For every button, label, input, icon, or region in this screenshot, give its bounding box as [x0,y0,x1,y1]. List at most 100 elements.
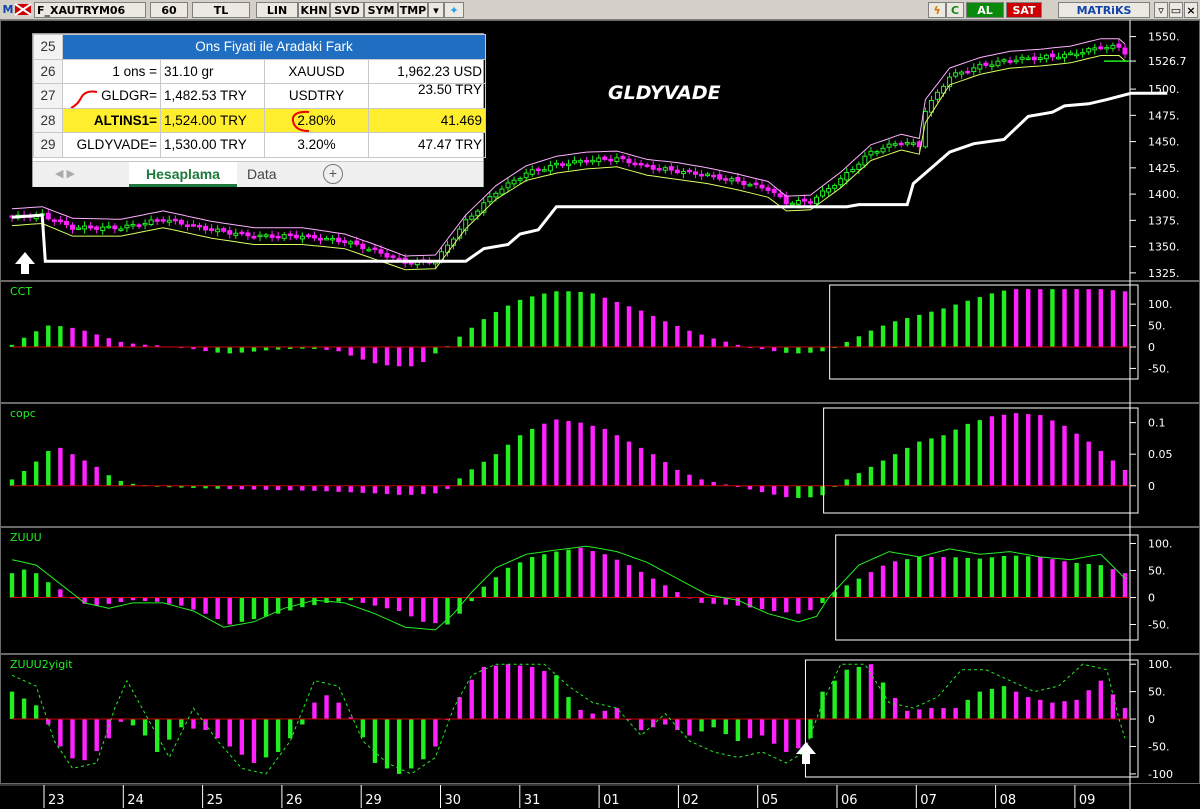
candle-body [747,183,753,187]
cct-chart: CCT 100. 50. 0 -50. [0,281,1200,403]
sheet-nav-arrows[interactable]: ◀ ▶ [55,162,75,187]
y-tick-label: 100. [1148,658,1173,671]
candle-body [100,226,106,232]
histogram-bar [905,559,910,598]
histogram-bar [1062,289,1067,347]
candle-body [814,196,820,205]
histogram-bar [663,321,668,347]
svd-button[interactable]: SVD [330,2,364,18]
cell: 47.47 TRY [368,132,486,158]
candle-body [699,173,705,177]
histogram-bar [892,698,898,720]
histogram-bar [203,347,208,352]
histogram-bar [179,597,184,606]
symbol-field[interactable]: F_XAUTRYM06 [34,2,146,18]
lightning-icon[interactable]: ϟ [928,2,946,18]
dropdown-icon[interactable]: ▿ [1154,2,1168,18]
candle-body [166,219,172,223]
candle-body [1049,53,1055,58]
cell: GLDYVADE= [62,132,161,158]
close-icon[interactable]: × [1184,2,1198,18]
histogram-bar [796,597,801,614]
candle-body [215,228,221,233]
histogram-bar [614,559,620,598]
currency-field[interactable]: TL [192,2,250,18]
histogram-bar [784,347,789,353]
y-tick-label: 1350. [1148,241,1180,254]
histogram-bar [675,469,680,486]
candle-body [106,225,112,229]
histogram-bar [566,549,571,598]
histogram-bar [905,710,910,720]
candle-body [203,225,209,231]
y-tick-label: -50. [1148,362,1169,375]
histogram-bar [796,347,801,354]
histogram-bar [481,586,487,598]
histogram-bar [457,478,462,486]
zuuu2yigit-panel[interactable]: ZUUU2yigit 100. 50. 0 -50. -100 [0,654,1200,784]
histogram-bar [614,708,620,720]
candle-body [1086,48,1092,53]
add-sheet-button[interactable]: + [323,164,343,184]
histogram-bar [360,719,366,738]
histogram-bar [868,664,874,720]
histogram-bar [517,299,523,347]
zuuu-panel[interactable]: ZUUU 100. 50. 0 -50. [0,527,1200,654]
twitter-icon[interactable]: ✦ [444,2,464,18]
dropdown-arrow-icon[interactable]: ▾ [428,2,444,18]
period-field[interactable]: 60 [150,2,188,18]
histogram-bar [396,485,402,495]
candle-body [511,179,517,185]
candle-body [898,142,904,146]
histogram-bar [469,469,474,486]
histogram-bar [348,347,353,356]
refresh-icon[interactable]: C [946,2,964,18]
tab-data[interactable]: Data [247,162,277,187]
histogram-bar [530,666,535,720]
histogram-bar [142,597,148,602]
histogram-bar [832,680,837,720]
row-number: 27 [33,83,63,109]
histogram-bar [542,671,547,720]
histogram-bar [360,597,366,603]
histogram-bar [481,461,487,486]
candle-body [184,224,190,227]
candle-body [959,71,965,75]
histogram-bar [638,571,644,598]
histogram-bar [1074,433,1079,486]
minimize-icon[interactable]: ▭ [1169,2,1183,18]
histogram-bar [1001,290,1007,347]
sell-button[interactable]: SAT [1006,2,1042,18]
candle-body [529,169,535,175]
histogram-bar [493,312,499,347]
candle-body [1104,46,1110,50]
copc-panel[interactable]: copc 0.1 0.05 0 [0,403,1200,527]
histogram-bar [578,422,583,486]
axis-background [0,784,1200,809]
candle-body [934,91,940,100]
khn-button[interactable]: KHN [298,2,330,18]
histogram-bar [1086,289,1091,347]
buy-button[interactable]: AL [966,2,1004,18]
sheet-row: 29 GLDYVADE= 1,530.00 TRY 3.20% 47.47 TR… [33,132,486,158]
sheet-header-title: Ons Fiyati ile Aradaki Fark [62,34,486,60]
histogram-bar [759,719,765,736]
tmp-button[interactable]: TMP [398,2,428,18]
histogram-bar [517,562,523,598]
histogram-bar [941,556,946,598]
lin-button[interactable]: LIN [256,2,298,18]
y-tick-label: 0 [1148,480,1155,493]
sym-button[interactable]: SYM [364,2,398,18]
row-number: 28 [33,107,63,133]
histogram-bar [1074,289,1079,347]
histogram-bar [808,485,813,498]
histogram-bar [215,347,220,353]
histogram-bar [566,421,571,486]
histogram-bar [167,719,172,740]
sheet-row: 26 1 ons = 31.10 gr XAUUSD 1,962.23 USD [33,58,486,84]
candle-body [493,192,499,198]
tab-hesaplama[interactable]: Hesaplama [129,162,237,187]
histogram-bar [251,485,257,490]
histogram-bar [300,597,305,608]
cct-panel[interactable]: CCT 100. 50. 0 -50. [0,281,1200,403]
